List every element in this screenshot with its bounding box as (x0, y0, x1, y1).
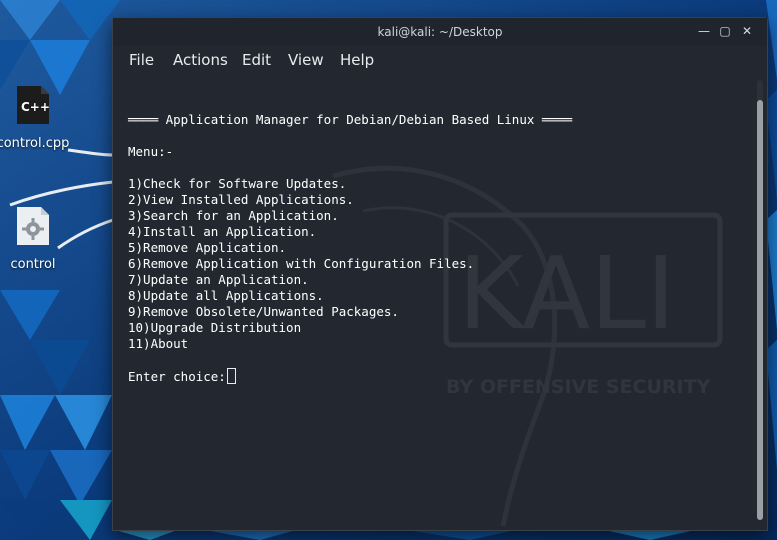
menu-option: 6)Remove Application with Configuration … (128, 256, 475, 271)
menu-option: 7)Update an Application. (128, 272, 309, 287)
svg-text:C++: C++ (21, 100, 50, 114)
menu-option: 5)Remove Application. (128, 240, 287, 255)
desktop-file-label: control (10, 257, 56, 272)
close-icon[interactable]: ✕ (739, 23, 755, 39)
window-title: kali@kali: ~/Desktop (377, 25, 503, 39)
terminal-header: ════ Application Manager for Debian/Debi… (128, 112, 573, 127)
executable-gear-icon (17, 207, 49, 245)
maximize-icon[interactable]: ▢ (717, 23, 733, 39)
window-titlebar[interactable]: kali@kali: ~/Desktop — ▢ ✕ (113, 18, 767, 47)
menu-view[interactable]: View (288, 51, 324, 69)
text-cursor (226, 368, 236, 384)
menu-actions[interactable]: Actions (173, 51, 228, 69)
desktop-file-control[interactable]: control (0, 205, 78, 272)
terminal-window[interactable]: kali@kali: ~/Desktop — ▢ ✕ File Actions … (112, 17, 768, 531)
minimize-icon[interactable]: — (696, 23, 712, 39)
menu-option: 3)Search for an Application. (128, 208, 339, 223)
desktop-file-label: control.cpp (0, 136, 70, 151)
menu-option: 8)Update all Applications. (128, 288, 324, 303)
desktop-file-control-cpp[interactable]: C++ control.cpp (0, 84, 78, 151)
cpp-file-icon: C++ (17, 86, 50, 124)
menu-option: 11)About (128, 336, 189, 351)
menu-bar: File Actions Edit View Help (113, 46, 767, 76)
menu-edit[interactable]: Edit (242, 51, 271, 69)
prompt-text: Enter choice: (128, 369, 226, 384)
menu-option: 2)View Installed Applications. (128, 192, 354, 207)
terminal-scrollbar[interactable] (757, 80, 763, 520)
menu-file[interactable]: File (129, 51, 154, 69)
kali-watermark-text: KALI (458, 235, 675, 352)
kali-logo-watermark: KALI BY OFFENSIVE SECURITY (443, 212, 723, 398)
menu-option: 10)Upgrade Distribution (128, 320, 302, 335)
kali-watermark-subtitle: BY OFFENSIVE SECURITY (446, 376, 711, 398)
menu-option: 9)Remove Obsolete/Unwanted Packages. (128, 304, 399, 319)
terminal-prompt[interactable]: Enter choice: (128, 368, 236, 384)
terminal-line: Menu:- (128, 144, 174, 159)
scrollbar-thumb[interactable] (757, 100, 763, 520)
menu-option: 1)Check for Software Updates. (128, 176, 347, 191)
menu-help[interactable]: Help (340, 51, 374, 69)
terminal-output[interactable]: KALI BY OFFENSIVE SECURITY ════ Applicat… (113, 76, 753, 530)
menu-option: 4)Install an Application. (128, 224, 317, 239)
